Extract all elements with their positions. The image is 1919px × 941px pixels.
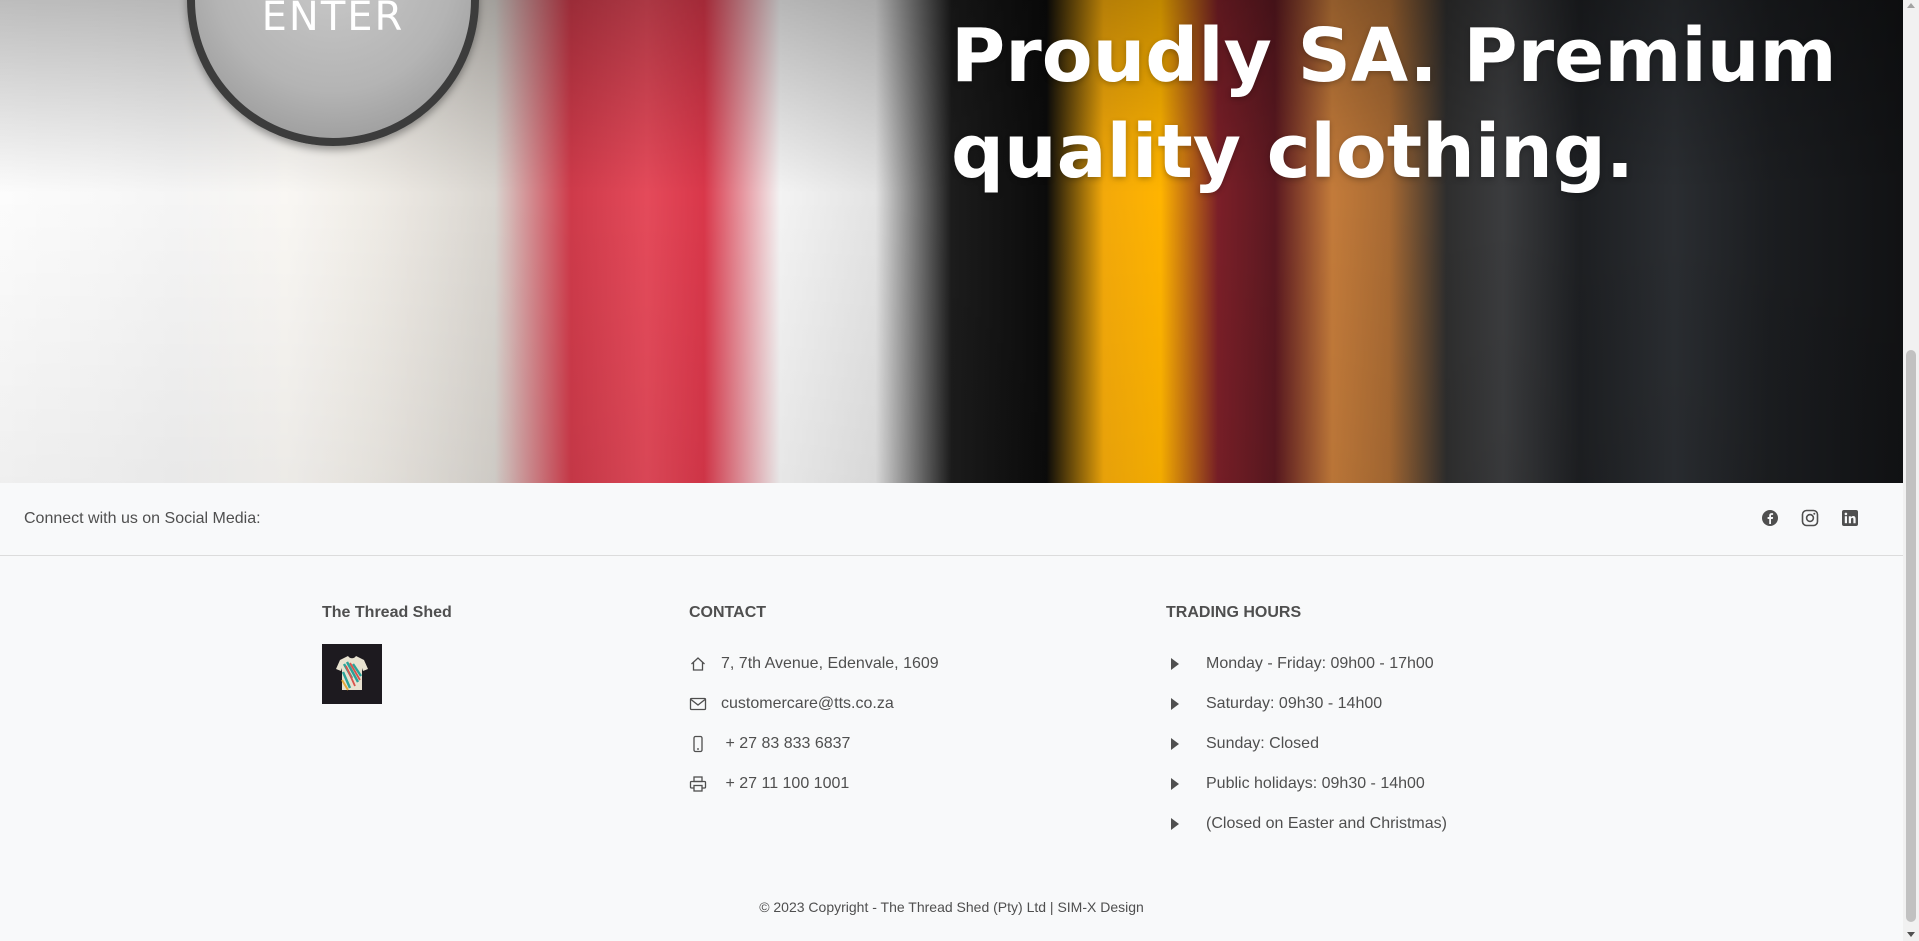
mobile-text: + 27 83 833 6837 (721, 735, 851, 752)
brand-title: The Thread Shed (322, 604, 452, 621)
hours-title: TRADING HOURS (1166, 604, 1302, 621)
contact-mobile: + 27 83 833 6837 (689, 724, 939, 764)
caret-right-icon (1171, 778, 1179, 790)
tshirt-logo (322, 644, 382, 704)
facebook-icon[interactable] (1761, 509, 1779, 527)
social-bar: Connect with us on Social Media: (0, 483, 1903, 556)
hero-banner: ENTER Proudly SA. Premium quality clothi… (0, 0, 1903, 483)
contact-address: 7, 7th Avenue, Edenvale, 1609 (689, 644, 939, 684)
caret-right-icon (1171, 818, 1179, 830)
hours-item-text: Sunday: Closed (1206, 735, 1319, 752)
contact-column: CONTACT 7, 7th Avenue, Edenvale, 1609 cu… (689, 604, 939, 804)
phone-icon (693, 735, 703, 753)
hero-title-line1: Proudly SA. Premium (951, 13, 1837, 99)
hours-item: Monday - Friday: 09h00 - 17h00 (1166, 644, 1447, 684)
fax-text: + 27 11 100 1001 (721, 775, 850, 792)
contact-fax: + 27 11 100 1001 (689, 764, 939, 804)
caret-right-icon (1171, 698, 1179, 710)
hours-item-text: (Closed on Easter and Christmas) (1206, 815, 1447, 832)
scroll-up-arrow-icon[interactable] (1907, 3, 1915, 8)
hero-title-line2: quality clothing. (951, 109, 1634, 195)
brand-column: The Thread Shed (322, 604, 452, 704)
hours-item: (Closed on Easter and Christmas) (1166, 804, 1447, 844)
hours-item-text: Monday - Friday: 09h00 - 17h00 (1206, 655, 1434, 672)
envelope-icon (689, 697, 707, 711)
hours-item: Public holidays: 09h30 - 14h00 (1166, 764, 1447, 804)
hours-column: TRADING HOURS Monday - Friday: 09h00 - 1… (1166, 604, 1447, 844)
home-icon (691, 657, 705, 671)
hours-item-text: Public holidays: 09h30 - 14h00 (1206, 775, 1425, 792)
address-text: 7, 7th Avenue, Edenvale, 1609 (721, 655, 939, 672)
contact-email[interactable]: customercare@tts.co.za (689, 684, 939, 724)
hours-item-text: Saturday: 09h30 - 14h00 (1206, 695, 1383, 712)
caret-right-icon (1171, 738, 1179, 750)
email-text[interactable]: customercare@tts.co.za (721, 695, 894, 713)
hours-item: Saturday: 09h30 - 14h00 (1166, 684, 1447, 724)
printer-icon (689, 776, 707, 792)
hero-title: Proudly SA. Premium quality clothing. (951, 8, 1851, 200)
copyright: © 2023 Copyright - The Thread Shed (Pty)… (759, 899, 1144, 915)
social-text: Connect with us on Social Media: (24, 510, 261, 527)
scroll-down-arrow-icon[interactable] (1907, 932, 1915, 937)
enter-button-label: ENTER (261, 0, 405, 40)
instagram-icon[interactable] (1801, 509, 1819, 527)
social-icons (1761, 509, 1859, 527)
linkedin-icon[interactable] (1841, 509, 1859, 527)
hours-item: Sunday: Closed (1166, 724, 1447, 764)
contact-title: CONTACT (689, 604, 767, 621)
caret-right-icon (1171, 658, 1179, 670)
scrollbar-thumb[interactable] (1906, 350, 1916, 922)
page-scrollbar[interactable] (1903, 0, 1919, 941)
